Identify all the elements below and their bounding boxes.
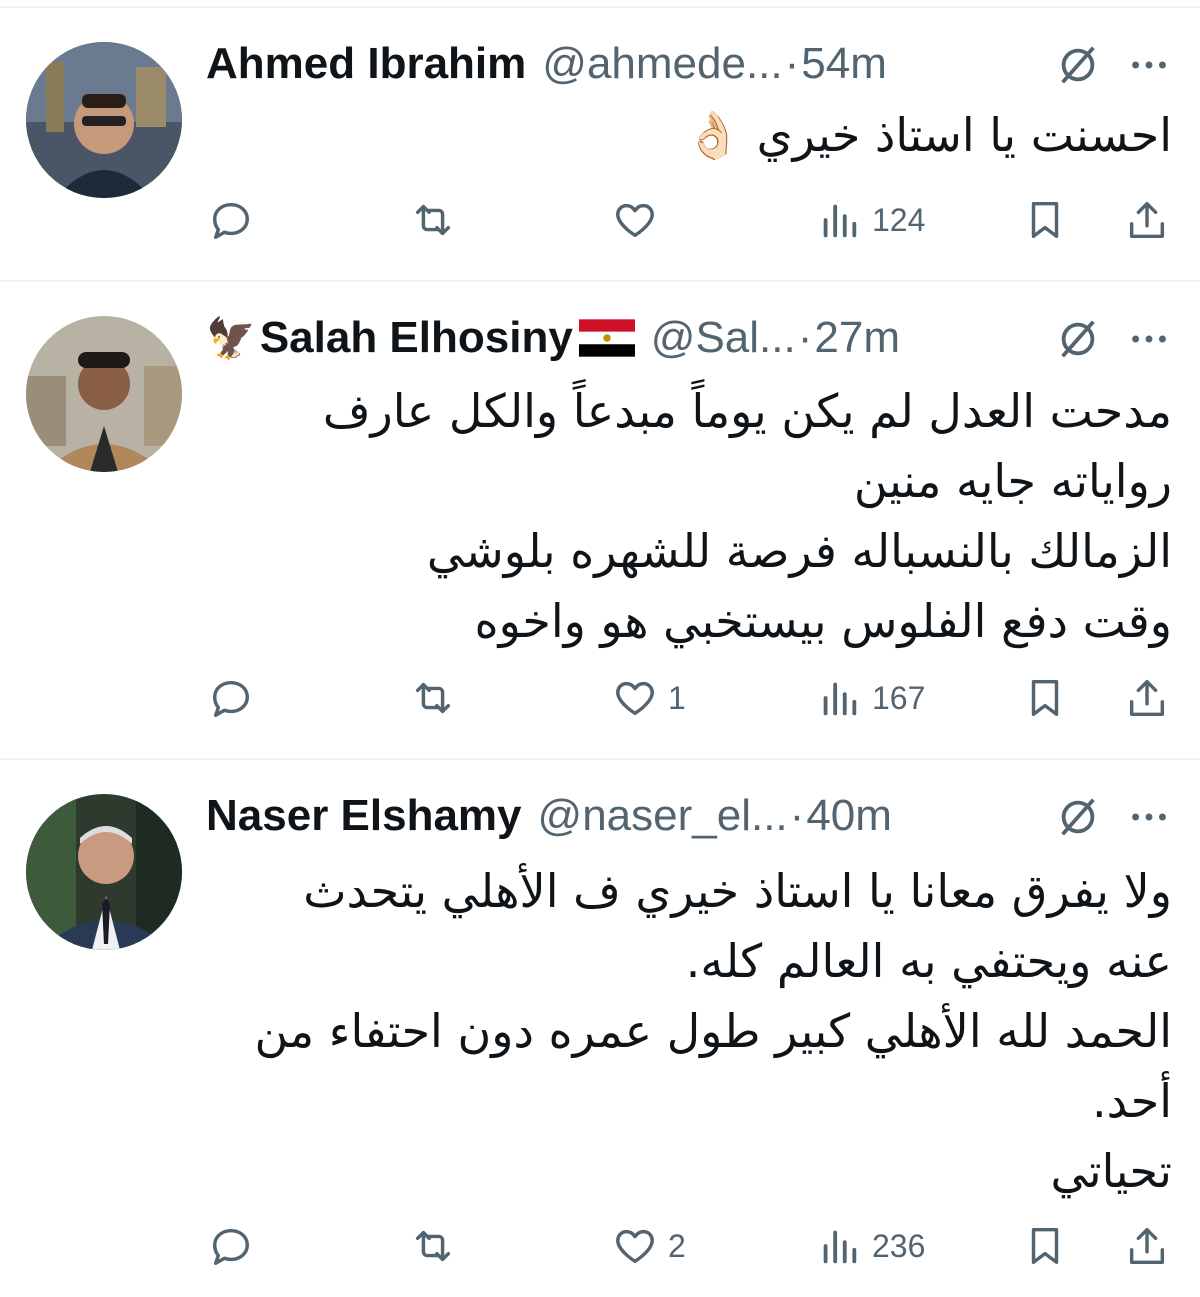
bookmark-button[interactable] [1022,1216,1068,1276]
author-name[interactable]: Salah Elhosiny [260,313,573,363]
heart-icon [616,203,654,238]
views-button[interactable]: 236 [816,1216,925,1276]
bookmark-icon [1031,201,1059,239]
author-handle[interactable]: @Sal... [651,313,796,363]
bookmark-button[interactable] [1022,190,1068,250]
tweet-1[interactable]: Ahmed Ibrahim @ahmede... · 54m احسنت يا … [0,0,1200,280]
retweet-icon [415,204,451,236]
author-name[interactable]: Ahmed Ibrahim [206,39,526,89]
text-line: الحمد لله الأهلي كبير طول عمره دون احتفا… [254,1004,1172,1058]
reply-button[interactable] [208,1216,264,1276]
avatar-image [26,794,182,950]
retweet-button[interactable] [410,668,466,728]
tweet-header: 🦅 Salah Elhosiny @Sal... · 27m [206,308,1200,368]
views-button[interactable]: 124 [816,190,925,250]
tweet-text: مدحت العدل لم يكن يوماً مبدعاً والكل عار… [206,376,1172,656]
grok-icon[interactable] [1055,316,1101,362]
action-bar: 1 167 [0,668,1200,728]
share-icon [1129,1227,1165,1265]
separator: · [789,791,805,840]
avatar[interactable] [26,316,182,472]
tweet-header: Ahmed Ibrahim @ahmede... · 54m [206,34,1200,94]
text-line: احسنت يا استاذ خيري 👌🏻 [684,108,1172,162]
avatar[interactable] [26,794,182,950]
text-line: أحد. [1092,1074,1172,1128]
action-bar: 124 [0,190,1200,250]
more-icon[interactable] [1126,316,1172,362]
retweet-icon [415,1230,451,1262]
reply-icon [212,202,250,239]
author-handle[interactable]: @ahmede... [542,39,782,89]
like-count: 1 [668,679,686,716]
retweet-button[interactable] [410,1216,466,1276]
reply-icon [212,1228,250,1265]
avatar-image [26,316,182,472]
separator: · [784,39,800,88]
author-name[interactable]: Naser Elshamy [206,791,522,841]
grok-icon[interactable] [1055,794,1101,840]
share-button[interactable] [1124,190,1170,250]
retweet-button[interactable] [410,190,466,250]
bookmark-icon [1031,1227,1059,1265]
text-line: ولا يفرق معانا يا استاذ خيري ف الأهلي يت… [303,864,1172,918]
views-icon [823,682,857,716]
views-button[interactable]: 167 [816,668,925,728]
like-count: 2 [668,1227,686,1264]
text-line: عنه ويحتفي به العالم كله. [685,934,1172,988]
tweet-3[interactable]: Naser Elshamy @naser_el... · 40m ولا يفر… [0,760,1200,1297]
heart-icon [616,1229,654,1264]
text-line: تحياتي [1050,1144,1172,1198]
more-icon[interactable] [1126,42,1172,88]
avatar[interactable] [26,42,182,198]
heart-icon [616,681,654,716]
grok-icon[interactable] [1055,42,1101,88]
bookmark-icon [1031,679,1059,717]
text-line: الزمالك بالنسباله فرصة للشهره بلوشي [426,524,1172,578]
tweet-header: Naser Elshamy @naser_el... · 40m [206,786,1200,846]
like-button[interactable]: 1 [612,668,686,728]
views-count: 167 [872,679,926,716]
tweet-2[interactable]: 🦅 Salah Elhosiny @Sal... · 27m مدحت العد… [0,282,1200,758]
timestamp[interactable]: 27m [814,313,900,363]
like-button[interactable]: 2 [612,1216,686,1276]
timestamp[interactable]: 54m [801,39,887,89]
share-button[interactable] [1124,668,1170,728]
egypt-flag-icon [578,319,635,357]
share-button[interactable] [1124,1216,1170,1276]
bookmark-button[interactable] [1022,668,1068,728]
like-button[interactable] [612,190,668,250]
share-icon [1129,679,1165,717]
author-handle[interactable]: @naser_el... [538,791,788,841]
retweet-icon [415,682,451,714]
text-line: رواياته جايه منين [853,454,1172,508]
views-icon [823,204,857,238]
avatar-image [26,42,182,198]
views-count: 236 [872,1227,926,1264]
reply-button[interactable] [208,190,264,250]
tweet-text: احسنت يا استاذ خيري 👌🏻 [206,100,1172,170]
reply-icon [212,680,250,717]
share-icon [1129,201,1165,239]
text-line: وقت دفع الفلوس بيستخبي هو واخوه [474,594,1172,648]
name-emoji: 🦅 [206,316,256,361]
text-line: مدحت العدل لم يكن يوماً مبدعاً والكل عار… [322,384,1172,438]
tweet-text: ولا يفرق معانا يا استاذ خيري ف الأهلي يت… [206,856,1172,1206]
views-count: 124 [872,201,926,238]
reply-button[interactable] [208,668,264,728]
action-bar: 2 236 [0,1216,1200,1276]
more-icon[interactable] [1126,794,1172,840]
separator: · [797,313,813,362]
views-icon [823,1230,857,1264]
timestamp[interactable]: 40m [806,791,892,841]
